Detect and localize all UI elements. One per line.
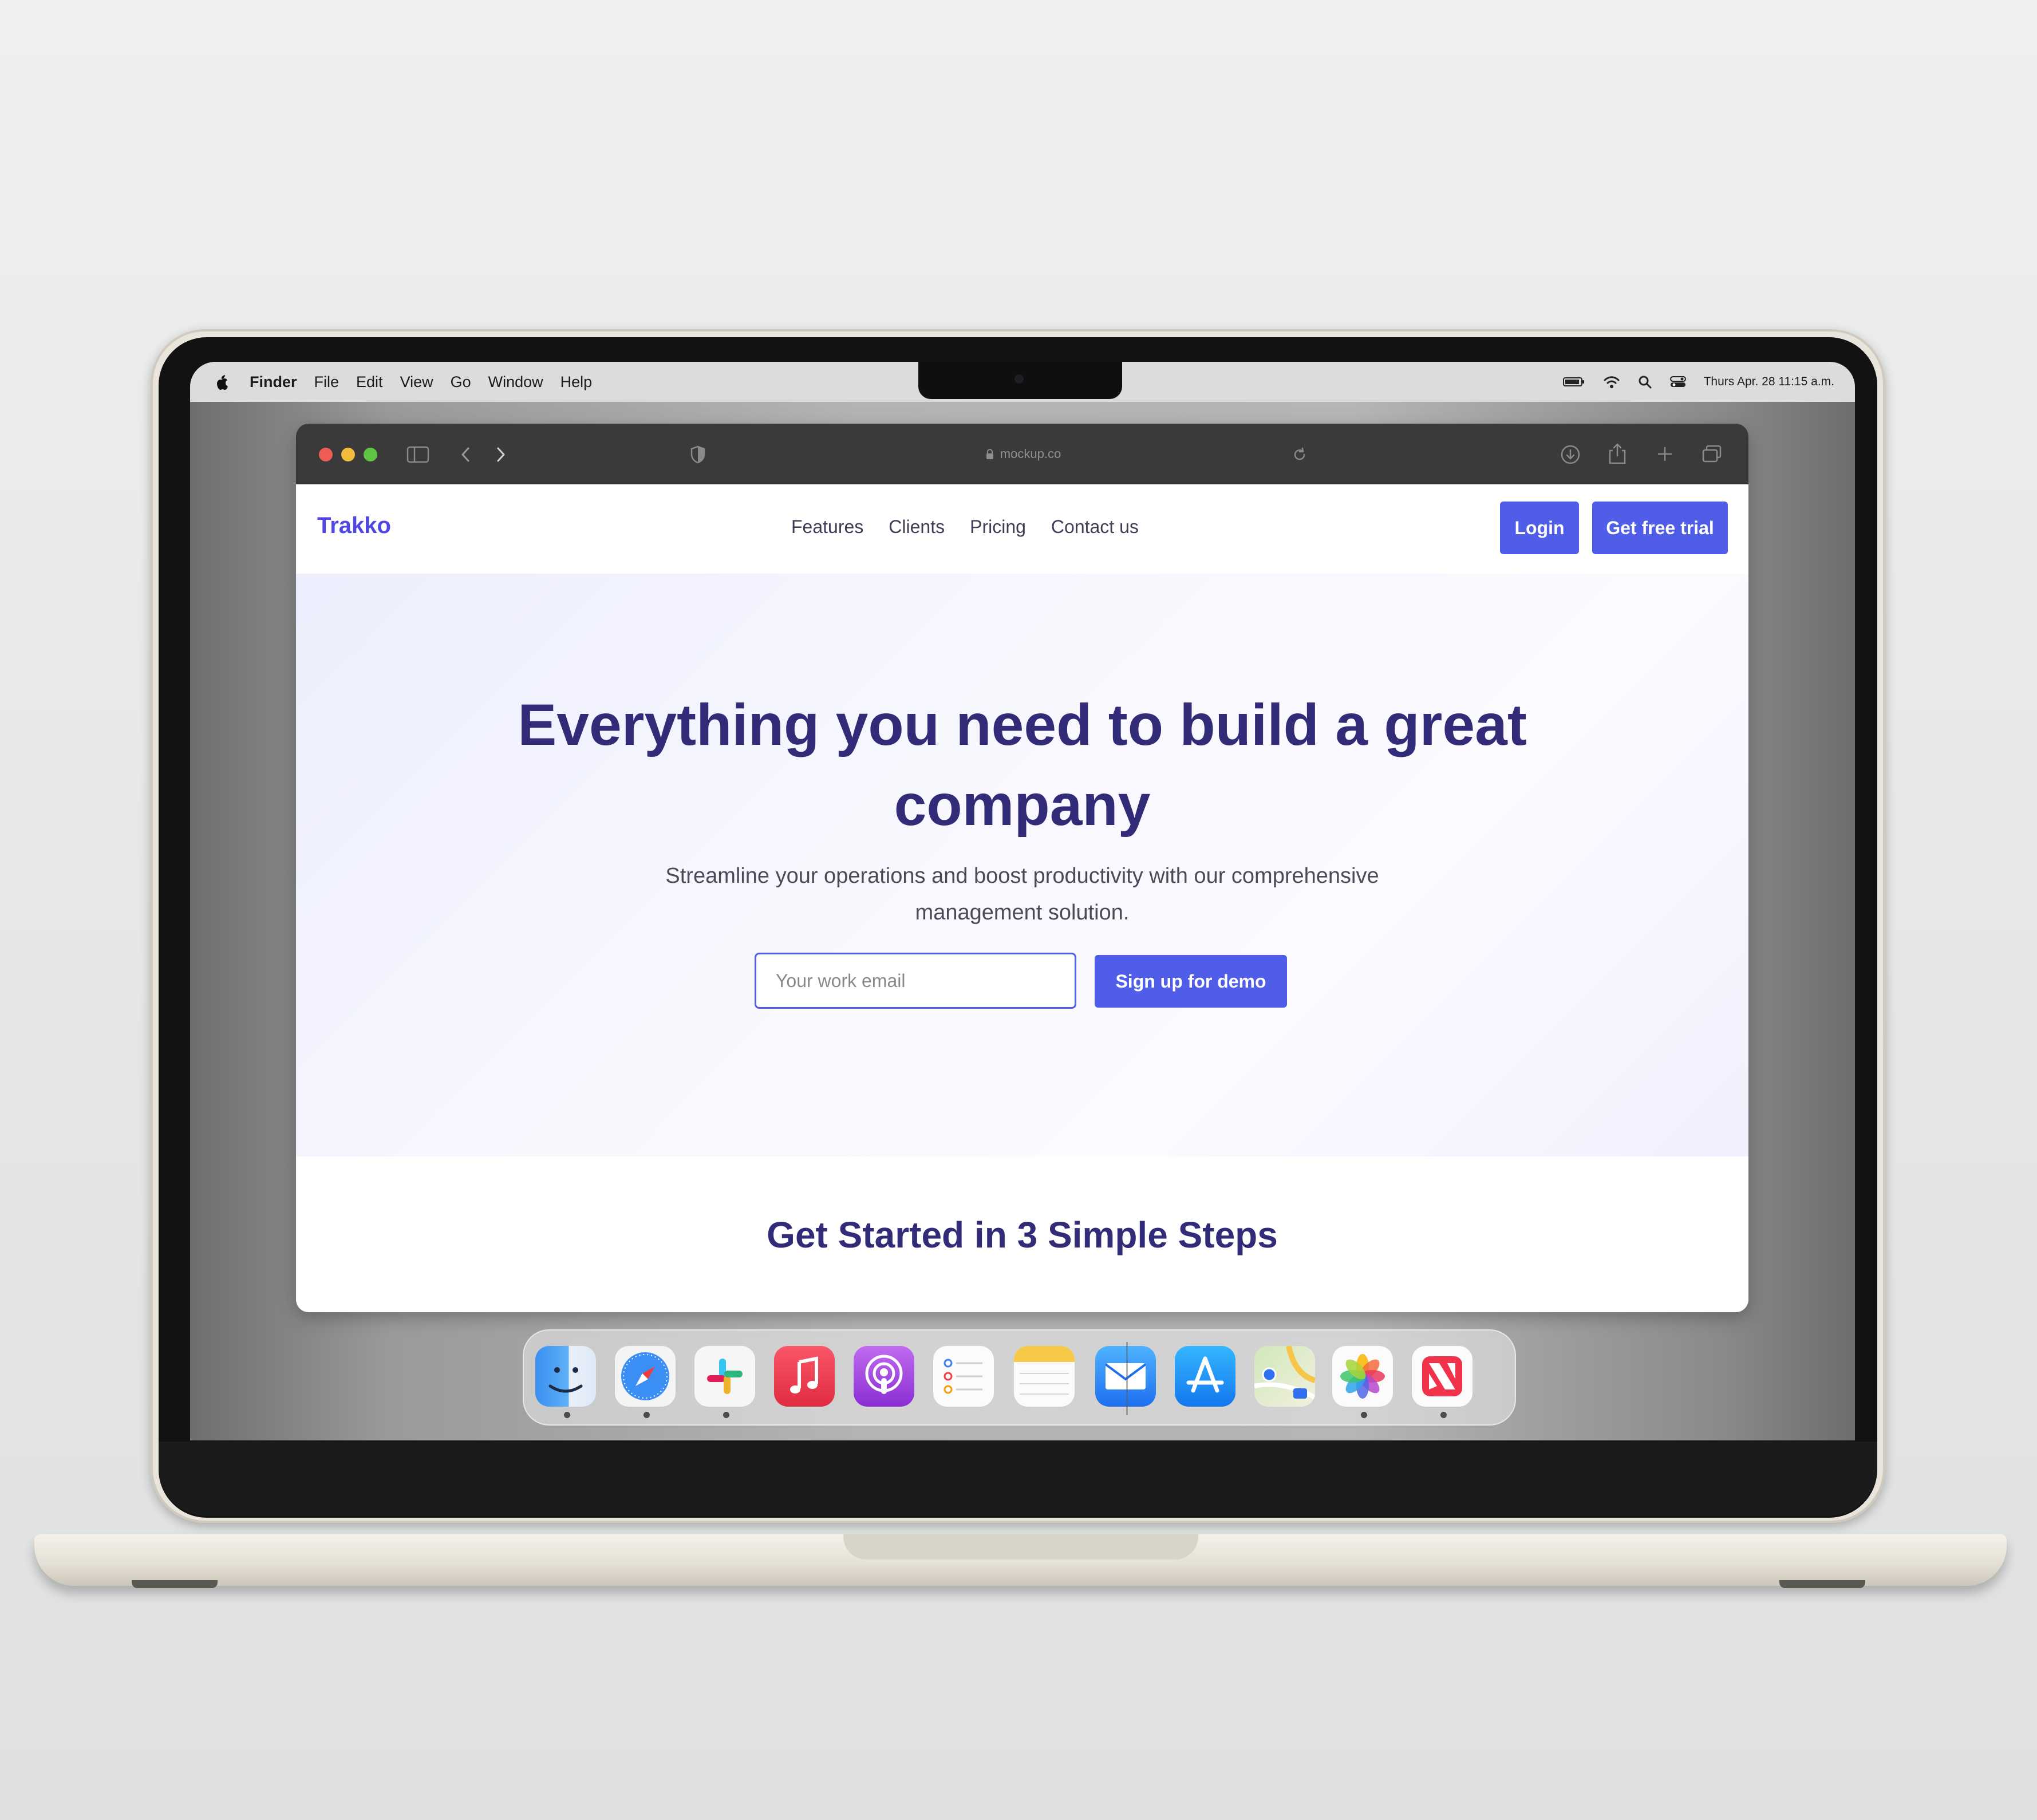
reminders-icon[interactable] (933, 1346, 994, 1407)
menu-window[interactable]: Window (488, 373, 543, 391)
address-bar[interactable]: mockup.co (966, 443, 1080, 465)
lock-icon (986, 449, 993, 459)
laptop-chin (159, 1442, 1877, 1516)
apple-icon[interactable] (213, 372, 230, 392)
mail-icon[interactable] (1095, 1346, 1156, 1407)
running-indicator (564, 1412, 570, 1418)
maps-icon[interactable] (1254, 1346, 1315, 1407)
photos-icon[interactable] (1332, 1346, 1393, 1407)
browser-window: mockup.co Trakko Features Clients Pricin… (296, 424, 1748, 1312)
laptop-opening-groove (843, 1534, 1198, 1560)
notes-icon[interactable] (1014, 1346, 1075, 1407)
laptop-foot-left (132, 1580, 218, 1588)
menu-edit[interactable]: Edit (356, 373, 383, 391)
music-icon[interactable] (774, 1346, 835, 1407)
hero-title: Everything you need to build a great com… (518, 692, 1527, 838)
downloads-icon[interactable] (1560, 444, 1581, 465)
control-center-icon[interactable] (1669, 375, 1687, 389)
nav-link-pricing[interactable]: Pricing (970, 516, 1026, 538)
status-area: Thurs Apr. 28 11:15 a.m. (1562, 362, 1834, 402)
site-header: Trakko Features Clients Pricing Contact … (296, 484, 1748, 574)
work-email-input[interactable] (755, 953, 1076, 1009)
running-indicator (1440, 1412, 1447, 1418)
sidebar-toggle-icon[interactable] (406, 445, 429, 464)
dock (523, 1329, 1516, 1426)
hero-subtitle: Streamline your operations and boost pro… (665, 864, 1379, 925)
hero-section: Everything you need to build a great com… (296, 574, 1748, 1156)
share-icon[interactable] (1608, 442, 1627, 465)
menu-view[interactable]: View (400, 373, 433, 391)
free-trial-button[interactable]: Get free trial (1592, 502, 1728, 554)
site-nav-links: Features Clients Pricing Contact us (791, 516, 1139, 538)
nav-link-features[interactable]: Features (791, 516, 863, 538)
laptop-foot-right (1779, 1580, 1865, 1588)
signup-demo-button[interactable]: Sign up for demo (1095, 955, 1287, 1008)
nav-link-contact[interactable]: Contact us (1051, 516, 1139, 538)
dock-separator (1126, 1342, 1128, 1415)
zoom-window-button[interactable] (364, 448, 377, 461)
screen: Finder File Edit View Go Window Help Thu… (190, 362, 1855, 1440)
running-indicator (644, 1412, 650, 1418)
spotlight-search-icon[interactable] (1637, 374, 1652, 389)
menu-file[interactable]: File (314, 373, 339, 391)
safari-icon[interactable] (615, 1346, 676, 1407)
slack-icon[interactable] (694, 1346, 755, 1407)
news-icon[interactable] (1412, 1346, 1473, 1407)
menu-app-name[interactable]: Finder (250, 373, 297, 391)
login-button[interactable]: Login (1500, 502, 1579, 554)
battery-icon[interactable] (1562, 376, 1586, 388)
finder-icon[interactable] (535, 1346, 596, 1407)
running-indicator (1361, 1412, 1367, 1418)
running-indicator (723, 1412, 729, 1418)
nav-link-clients[interactable]: Clients (889, 516, 945, 538)
reload-icon[interactable] (1291, 446, 1308, 463)
minimize-window-button[interactable] (341, 448, 355, 461)
tab-overview-icon[interactable] (1702, 444, 1722, 464)
menu-go[interactable]: Go (451, 373, 471, 391)
clock-text[interactable]: Thurs Apr. 28 11:15 a.m. (1704, 375, 1834, 389)
browser-toolbar: mockup.co (296, 424, 1748, 484)
wifi-icon[interactable] (1603, 375, 1620, 389)
close-window-button[interactable] (319, 448, 333, 461)
app-store-icon[interactable] (1175, 1346, 1235, 1407)
camera-notch (918, 362, 1122, 399)
podcasts-icon[interactable] (854, 1346, 914, 1407)
new-tab-icon[interactable] (1656, 445, 1674, 463)
back-icon[interactable] (459, 445, 472, 464)
site-logo[interactable]: Trakko (317, 513, 391, 539)
camera-icon (1014, 374, 1024, 384)
address-text: mockup.co (1000, 447, 1061, 461)
privacy-shield-icon[interactable] (689, 445, 706, 464)
steps-heading: Get Started in 3 Simple Steps (767, 1214, 1278, 1256)
menu-help[interactable]: Help (560, 373, 593, 391)
forward-icon[interactable] (494, 445, 508, 464)
